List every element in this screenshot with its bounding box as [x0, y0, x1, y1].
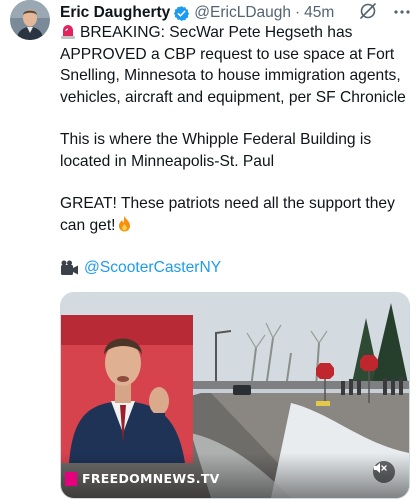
grok-icon[interactable] — [358, 1, 378, 21]
time-separator: · — [295, 4, 301, 21]
watermark-logo-mark — [65, 471, 77, 486]
verified-badge-icon — [173, 5, 190, 22]
video-frame — [61, 293, 409, 498]
author-handle[interactable]: @EricLDaugh — [194, 4, 291, 22]
watermark: FREEDOMNEWS.TV — [65, 471, 220, 486]
tweet-paragraph-2: This is where the Whipple Federal Buildi… — [60, 131, 372, 170]
author-name[interactable]: Eric Daugherty — [60, 4, 170, 22]
fire-icon — [117, 215, 132, 232]
inset-photo — [61, 315, 193, 463]
camera-icon — [60, 260, 80, 276]
tweet-text-1: BREAKING: SecWar Pete Hegseth has APPROV… — [60, 24, 406, 106]
tweet-paragraph-3: GREAT! These patriots need all the suppo… — [60, 193, 415, 236]
tweet-text: BREAKING: SecWar Pete Hegseth has APPROV… — [60, 22, 415, 279]
more-options-icon[interactable] — [390, 2, 414, 22]
tweet-text-3: GREAT! These patriots need all the suppo… — [60, 195, 395, 234]
siren-icon — [60, 22, 76, 40]
post-time[interactable]: 45m — [304, 4, 334, 22]
mention-link[interactable]: @ScooterCasterNY — [84, 257, 221, 279]
mute-button[interactable] — [373, 461, 395, 483]
video-player[interactable]: FREEDOMNEWS.TV — [60, 292, 410, 499]
avatar[interactable] — [10, 0, 50, 40]
mention-line: @ScooterCasterNY — [60, 257, 415, 279]
watermark-text: FREEDOMNEWS.TV — [82, 471, 220, 486]
tweet-paragraph-1: BREAKING: SecWar Pete Hegseth has APPROV… — [60, 22, 415, 108]
